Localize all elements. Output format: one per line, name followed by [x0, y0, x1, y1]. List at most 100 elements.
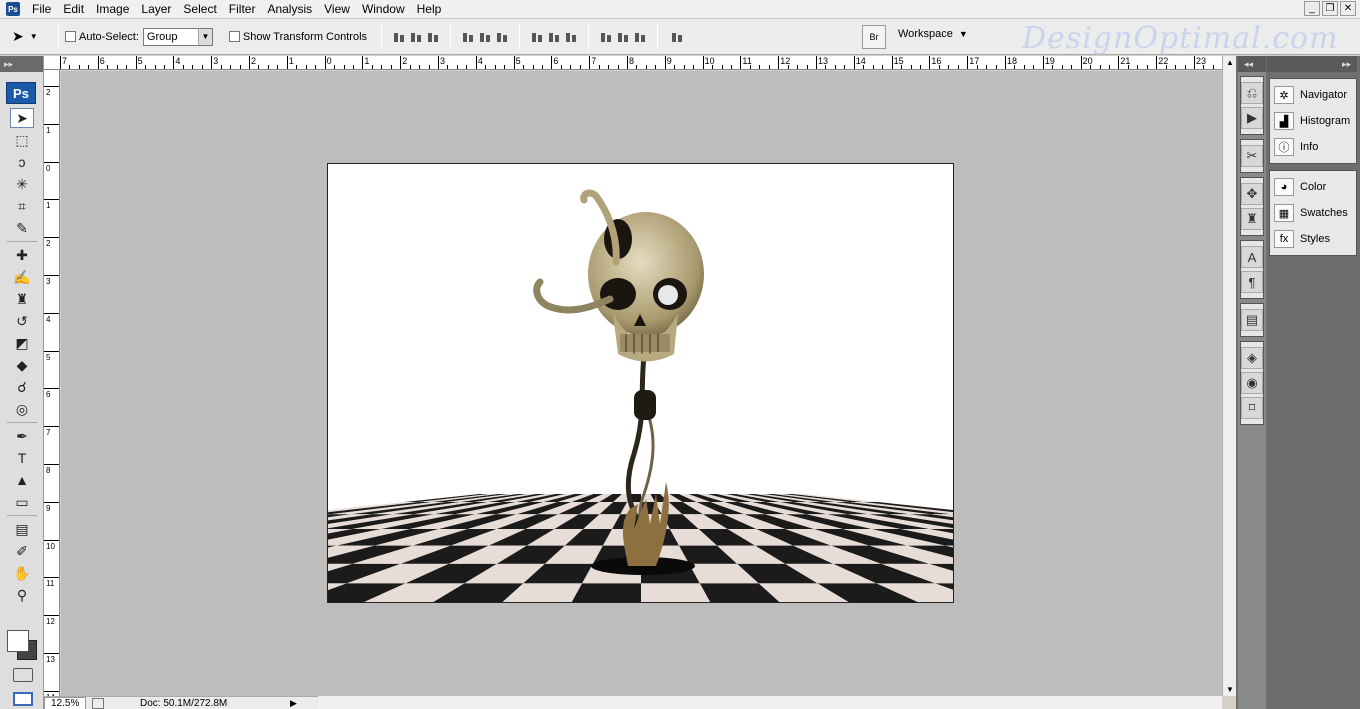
move-icon[interactable]: ➤ [10, 108, 34, 128]
scroll-down-icon[interactable]: ▼ [1226, 685, 1234, 694]
ruler-minor-tick [957, 65, 959, 69]
lasso-icon[interactable]: ↄ [10, 152, 34, 172]
restore-button[interactable]: ❐ [1322, 1, 1338, 16]
menu-file[interactable]: File [26, 0, 57, 19]
distribute-bottom-icon[interactable] [564, 30, 578, 44]
menu-analysis[interactable]: Analysis [261, 0, 318, 19]
type-icon[interactable]: T [10, 448, 34, 468]
clone-source-icon[interactable]: ♜ [1241, 208, 1263, 230]
toolbox-header[interactable]: ▸▸ [0, 56, 43, 72]
character-icon[interactable]: A [1241, 246, 1263, 268]
zoom-icon[interactable]: ⚲ [10, 585, 34, 605]
canvas-workarea[interactable] [61, 71, 1222, 696]
zoom-field[interactable]: 12.5% [44, 696, 86, 709]
menu-edit[interactable]: Edit [57, 0, 90, 19]
align-left-icon[interactable] [461, 30, 475, 44]
paragraph-icon[interactable]: ¶ [1241, 271, 1263, 293]
auto-select-checkbox[interactable]: Auto-Select: [65, 31, 139, 43]
channels-icon[interactable]: ◉ [1241, 372, 1263, 394]
panel-tab-color[interactable]: ◕ Color [1270, 174, 1356, 200]
panel-tab-navigator[interactable]: ✲ Navigator [1270, 82, 1356, 108]
ruler-minor-tick [201, 65, 203, 69]
auto-select-dropdown[interactable]: Group ▼ [142, 27, 213, 46]
align-right-icon[interactable] [495, 30, 509, 44]
workspace-button[interactable]: Workspace ▼ [898, 28, 968, 40]
align-bottom-icon[interactable] [426, 30, 440, 44]
distribute-vcenter-icon[interactable] [547, 30, 561, 44]
align-vcenter-icon[interactable] [409, 30, 423, 44]
auto-align-icon[interactable] [670, 30, 684, 44]
ruler-tick-label: 3 [213, 56, 219, 66]
history-icon[interactable]: ⎌ [1241, 82, 1263, 104]
menu-view[interactable]: View [318, 0, 356, 19]
auto-select-check[interactable] [65, 31, 76, 42]
layer-comps-icon[interactable]: ▤ [1241, 309, 1263, 331]
path-selection-icon[interactable]: ▲ [10, 470, 34, 490]
panel-tab-swatches[interactable]: ▦ Swatches [1270, 200, 1356, 226]
align-top-icon[interactable] [392, 30, 406, 44]
show-transform-checkbox[interactable]: Show Transform Controls [228, 31, 367, 43]
eyedropper-icon[interactable]: ✎ [10, 218, 34, 238]
tool-preset-picker[interactable]: ➤ ▼ [12, 28, 52, 45]
menu-window[interactable]: Window [356, 0, 411, 19]
panel-tab-info[interactable]: ⓘ Info [1270, 134, 1356, 160]
distribute-left-icon[interactable] [599, 30, 613, 44]
screen-mode-icon[interactable] [13, 692, 33, 706]
actions-icon[interactable]: ▶ [1241, 107, 1263, 129]
panel-tab-styles[interactable]: fx Styles [1270, 226, 1356, 252]
distribute-right-icon[interactable] [633, 30, 647, 44]
foreground-color-swatch[interactable] [7, 630, 29, 652]
quick-mask-icon[interactable] [13, 668, 33, 682]
distribute-top-icon[interactable] [530, 30, 544, 44]
menu-image[interactable]: Image [90, 0, 135, 19]
brush-icon[interactable]: ✍ [10, 267, 34, 287]
blur-icon[interactable]: ☌ [10, 377, 34, 397]
ruler-tick [816, 56, 817, 69]
clone-stamp-icon[interactable]: ♜ [10, 289, 34, 309]
minimize-button[interactable]: _ [1304, 1, 1320, 16]
brushes-icon[interactable]: ✥ [1241, 183, 1263, 205]
menu-select[interactable]: Select [177, 0, 222, 19]
ruler-horizontal[interactable]: 7 6 5 4 3 2 1 0 1 2 3 4 5 6 7 8 9 10 11 12 13 14 15 16 17 18 19 20 2… [44, 56, 1222, 70]
ruler-vertical[interactable]: 2101234567891011121314 [44, 70, 60, 696]
layers-icon[interactable]: ◈ [1241, 347, 1263, 369]
notes-icon[interactable]: ▤ [10, 519, 34, 539]
dodge-icon[interactable]: ◎ [10, 399, 34, 419]
ruler-minor-tick [419, 65, 421, 69]
dock-header[interactable]: ◂◂ [1238, 56, 1266, 72]
paths-icon[interactable]: ⌑ [1241, 397, 1263, 419]
ruler-minor-tick [787, 65, 789, 69]
distribute-hcenter-icon[interactable] [616, 30, 630, 44]
document-canvas[interactable] [327, 163, 954, 603]
pen-icon[interactable]: ✒ [10, 426, 34, 446]
crop-icon[interactable]: ⌗ [10, 196, 34, 216]
menu-filter[interactable]: Filter [223, 0, 262, 19]
show-transform-check[interactable] [228, 31, 240, 42]
vertical-scrollbar[interactable]: ▲ ▼ [1222, 56, 1236, 696]
tool-presets-icon[interactable]: ✂ [1241, 145, 1263, 167]
bridge-button[interactable]: Br [862, 25, 886, 49]
panel-tab-histogram[interactable]: ▟ Histogram [1270, 108, 1356, 134]
ruler-minor-tick [163, 65, 165, 69]
align-hcenter-icon[interactable] [478, 30, 492, 44]
history-brush-icon[interactable]: ↺ [10, 311, 34, 331]
ruler-tick [400, 56, 402, 69]
hand-icon[interactable]: ✋ [10, 563, 34, 583]
ruler-minor-tick [844, 65, 846, 69]
close-button[interactable]: ✕ [1340, 1, 1356, 16]
menu-layer[interactable]: Layer [135, 0, 177, 19]
shape-icon[interactable]: ▭ [10, 492, 34, 512]
paint-bucket-icon[interactable]: ◆ [10, 355, 34, 375]
separator [58, 23, 59, 50]
scroll-up-icon[interactable]: ▲ [1226, 58, 1234, 67]
panel-header[interactable]: ▸▸ [1267, 56, 1357, 72]
healing-brush-icon[interactable]: ✚ [10, 245, 34, 265]
status-info-icon[interactable] [92, 697, 104, 709]
eraser-icon[interactable]: ◩ [10, 333, 34, 353]
status-menu-arrow-icon[interactable]: ▶ [290, 698, 297, 709]
color-sampler-icon[interactable]: ✐ [10, 541, 34, 561]
menu-help[interactable]: Help [411, 0, 448, 19]
magic-wand-icon[interactable]: ✳ [10, 174, 34, 194]
horizontal-scrollbar[interactable] [318, 696, 1222, 709]
marquee-icon[interactable]: ⬚ [10, 130, 34, 150]
